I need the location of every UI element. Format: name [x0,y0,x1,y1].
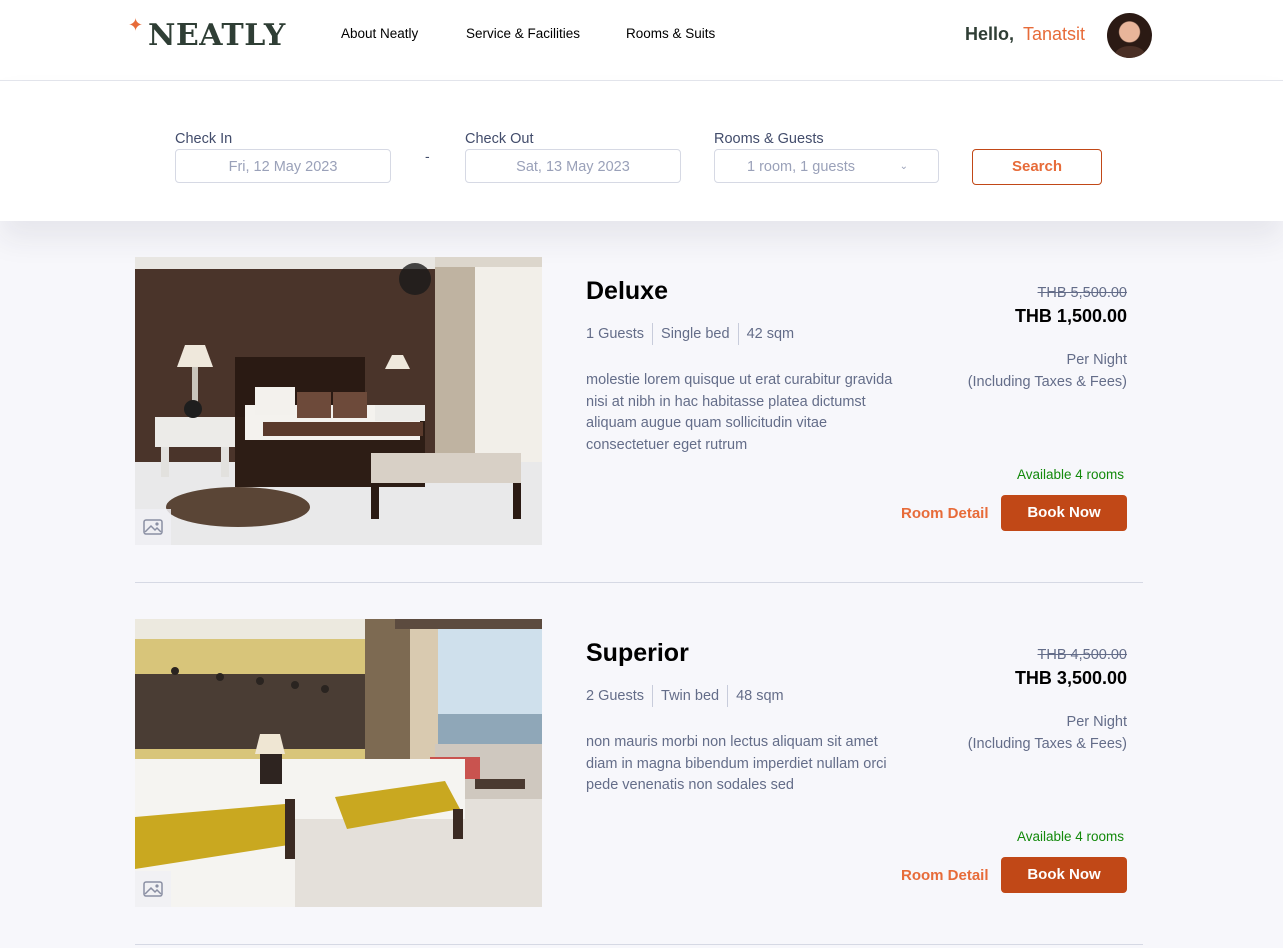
book-now-button[interactable]: Book Now [1001,857,1127,893]
rooms-guests-label: Rooms & Guests [714,131,824,147]
room-description: molestie lorem quisque ut erat curabitur… [586,372,893,454]
room-name: Superior [586,639,689,667]
taxes-text: (Including Taxes & Fees) [967,736,1127,752]
per-night-text: Per Night [1066,352,1127,368]
discounted-price: THB 1,500.00 [1014,306,1127,326]
top-navbar: ✦ NEATLY About Neatly Service & Faciliti… [0,0,1283,81]
room-bed-type: Twin bed [652,685,727,707]
nav-about[interactable]: About Neatly [341,26,418,41]
date-separator: - [425,148,430,164]
rooms-guests-value: 1 room, 1 guests [747,159,855,175]
chevron-down-icon: ⌄ [899,161,908,172]
room-card-superior: Superior 2 Guests Twin bed 48 sqm non maur… [0,619,1283,945]
room-size: 48 sqm [727,685,792,707]
check-in-label: Check In [175,131,233,147]
check-out-field[interactable]: Sat, 13 May 2023 [465,149,681,183]
taxes-text: (Including Taxes & Fees) [967,374,1127,390]
availability-text: Available 4 rooms [1016,467,1124,482]
discounted-price: THB 3,500.00 [1014,668,1127,688]
original-price: THB 4,500.00 [1037,647,1127,663]
greeting-text: Hello, [965,24,1015,44]
room-size: 42 sqm [737,323,803,345]
per-night-text: Per Night [1066,714,1127,730]
room-guests: 2 Guests [586,688,645,704]
room-card-deluxe: Deluxe 1 Guests Single bed 42 sqm molestie… [0,257,1283,583]
original-price: THB 5,500.00 [1037,285,1127,301]
check-out-label: Check Out [465,131,534,147]
room-bed-type: Single bed [652,323,738,345]
room-specs: 2 Guests Twin bed 48 sqm [586,685,792,707]
avatar[interactable] [1107,13,1152,58]
book-now-button[interactable]: Book Now [1001,495,1127,531]
availability-text: Available 4 rooms [1016,829,1124,844]
logo-text: NEATLY [148,18,286,53]
room-detail-button[interactable]: Room Detail [901,867,989,884]
room-divider [135,582,1143,583]
image-icon[interactable] [135,509,171,545]
search-button[interactable]: Search [972,149,1102,185]
room-image-deluxe[interactable] [135,257,542,545]
sparkle-icon: ✦ [128,15,144,35]
rooms-guests-select[interactable]: 1 room, 1 guests ⌄ [714,149,939,183]
price-note: Per Night (Including Taxes & Fees) [968,711,1127,755]
search-bar: Check In Fri, 12 May 2023 - Check Out Sa… [0,81,1283,221]
user-name[interactable]: Tanatsit [1023,24,1085,45]
price-note: Per Night (Including Taxes & Fees) [968,349,1127,393]
room-image-superior[interactable] [135,619,542,907]
image-icon[interactable] [135,871,171,907]
superior-room-photo [135,619,542,907]
deluxe-room-photo [135,257,542,545]
room-description: non mauris morbi non lectus aliquam sit … [586,734,887,794]
room-name: Deluxe [586,277,668,305]
check-in-field[interactable]: Fri, 12 May 2023 [175,149,391,183]
nav-rooms[interactable]: Rooms & Suits [626,26,715,41]
room-detail-button[interactable]: Room Detail [901,505,989,522]
room-divider [135,944,1143,945]
room-guests: 1 Guests [586,326,645,342]
room-specs: 1 Guests Single bed 42 sqm [586,323,802,345]
nav-services[interactable]: Service & Facilities [466,26,580,41]
